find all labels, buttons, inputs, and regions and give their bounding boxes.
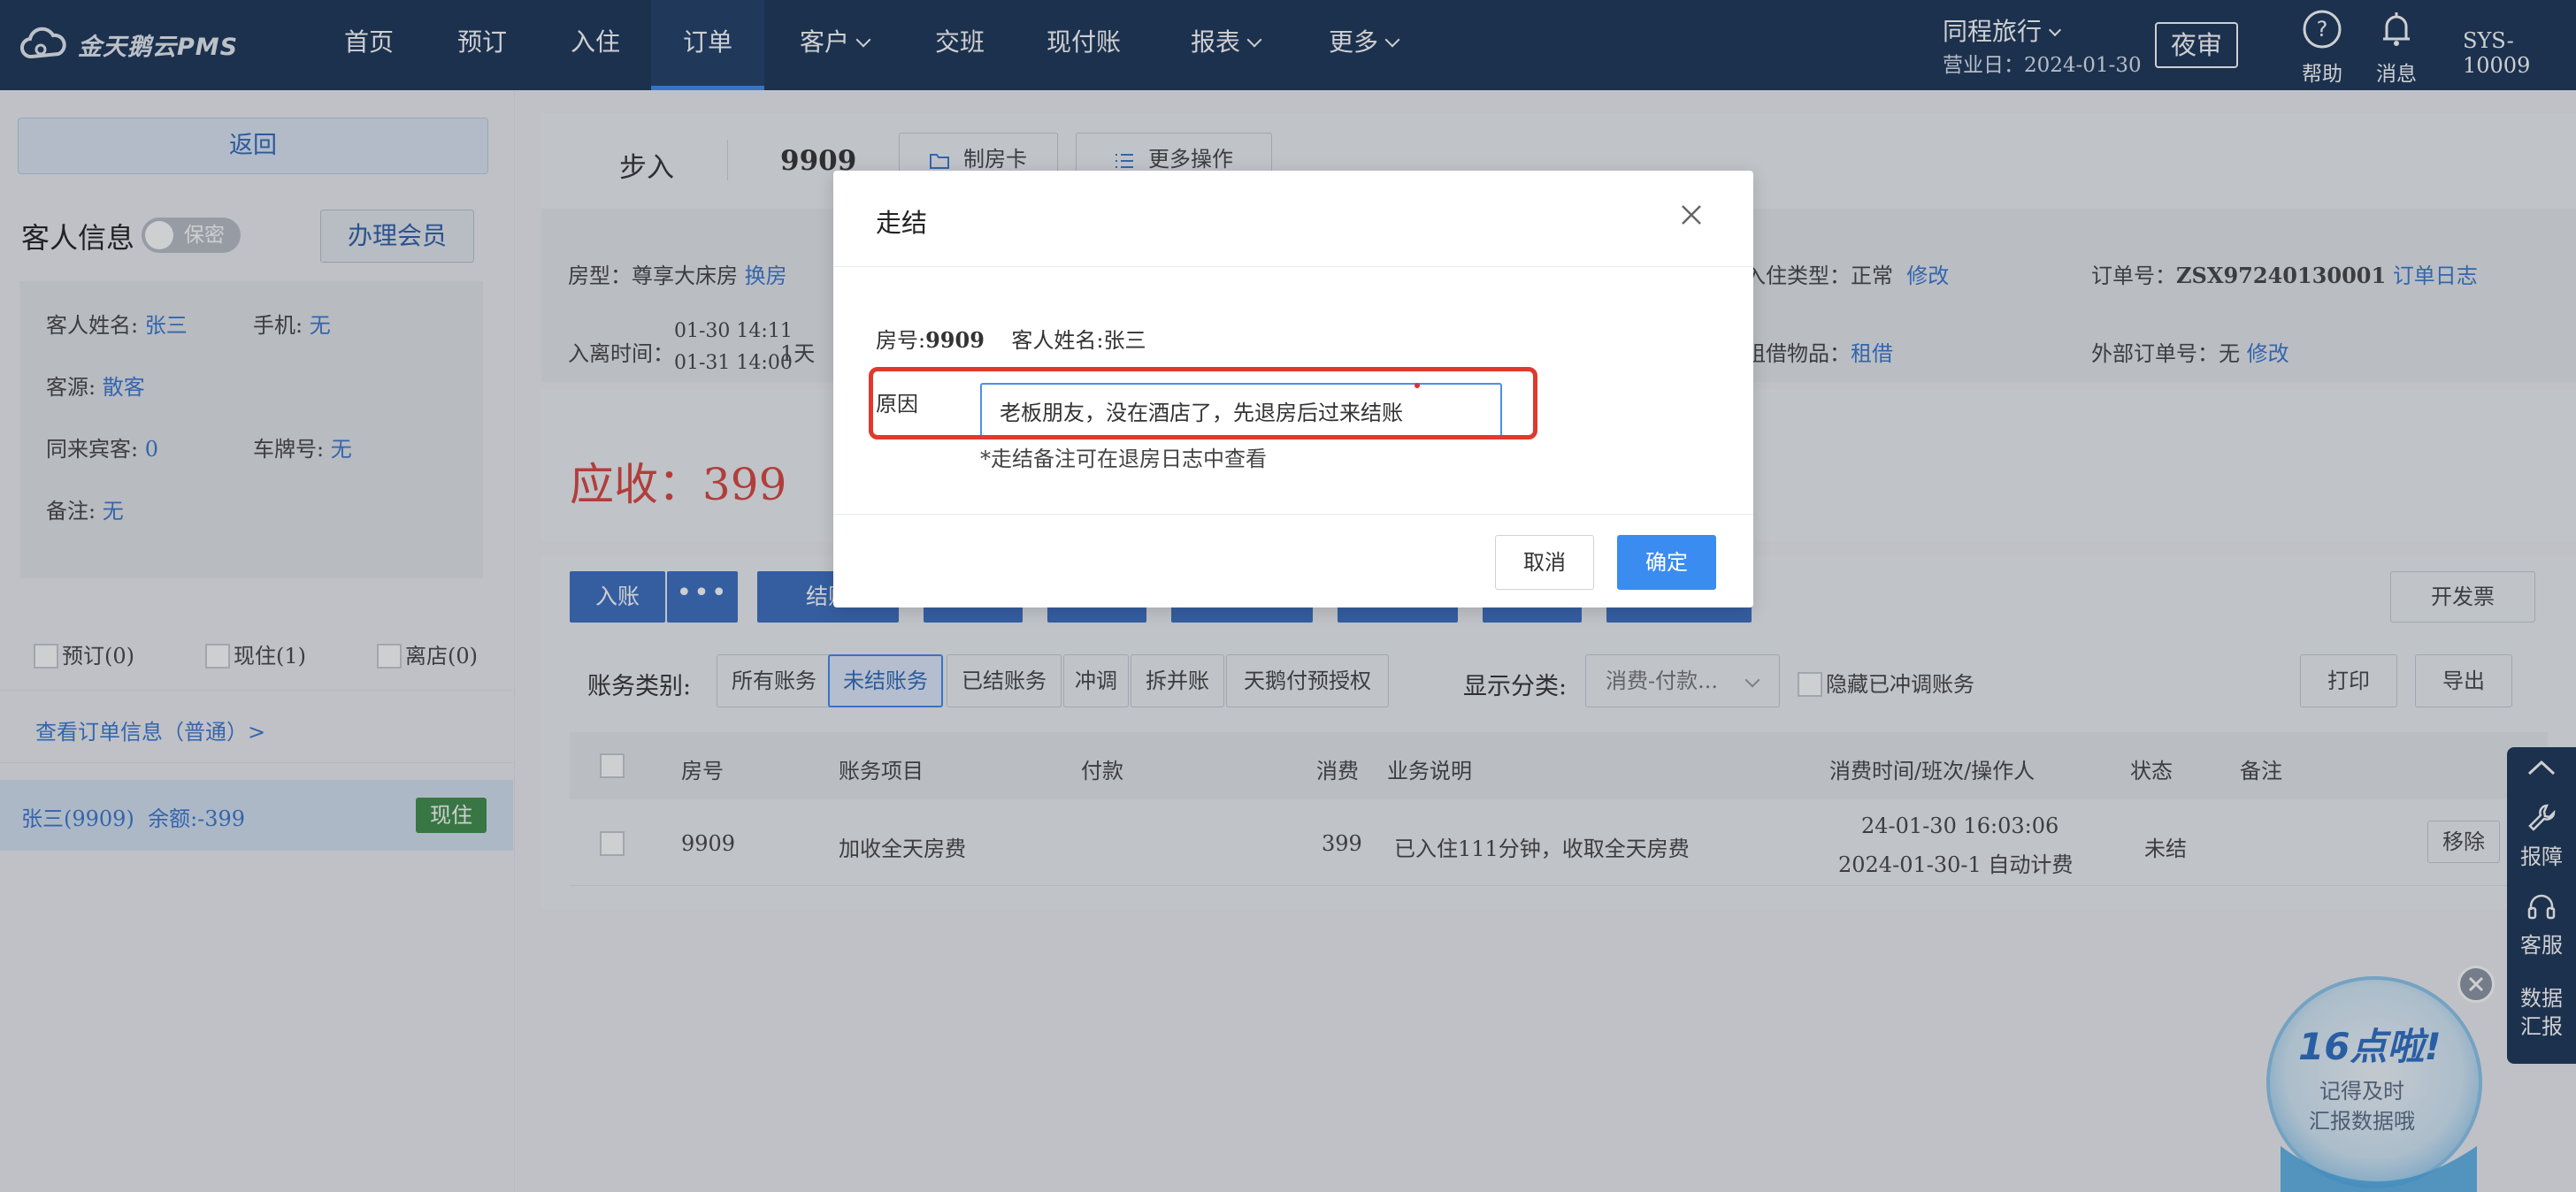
dialog-info: 房号:9909 客人姓名:张三	[876, 323, 1146, 354]
reason-hint: *走结备注可在退房日志中查看	[980, 447, 1267, 471]
guest-label: 客人姓名:	[1011, 328, 1104, 353]
divider	[833, 266, 1753, 267]
walkout-checkout-dialog: 走结 房号:9909 客人姓名:张三 原因 *走结备注可在退房日志中查看 取消 …	[833, 171, 1753, 607]
close-icon	[1682, 205, 1701, 225]
room-value: 9909	[925, 327, 985, 353]
divider	[833, 514, 1753, 515]
guest-value: 张三	[1103, 328, 1146, 353]
close-button[interactable]	[1674, 197, 1709, 233]
cancel-button[interactable]: 取消	[1495, 535, 1594, 590]
confirm-button[interactable]: 确定	[1617, 535, 1716, 590]
dialog-title: 走结	[876, 208, 928, 238]
highlight-annotation	[869, 367, 1537, 439]
room-label: 房号:	[876, 328, 926, 353]
